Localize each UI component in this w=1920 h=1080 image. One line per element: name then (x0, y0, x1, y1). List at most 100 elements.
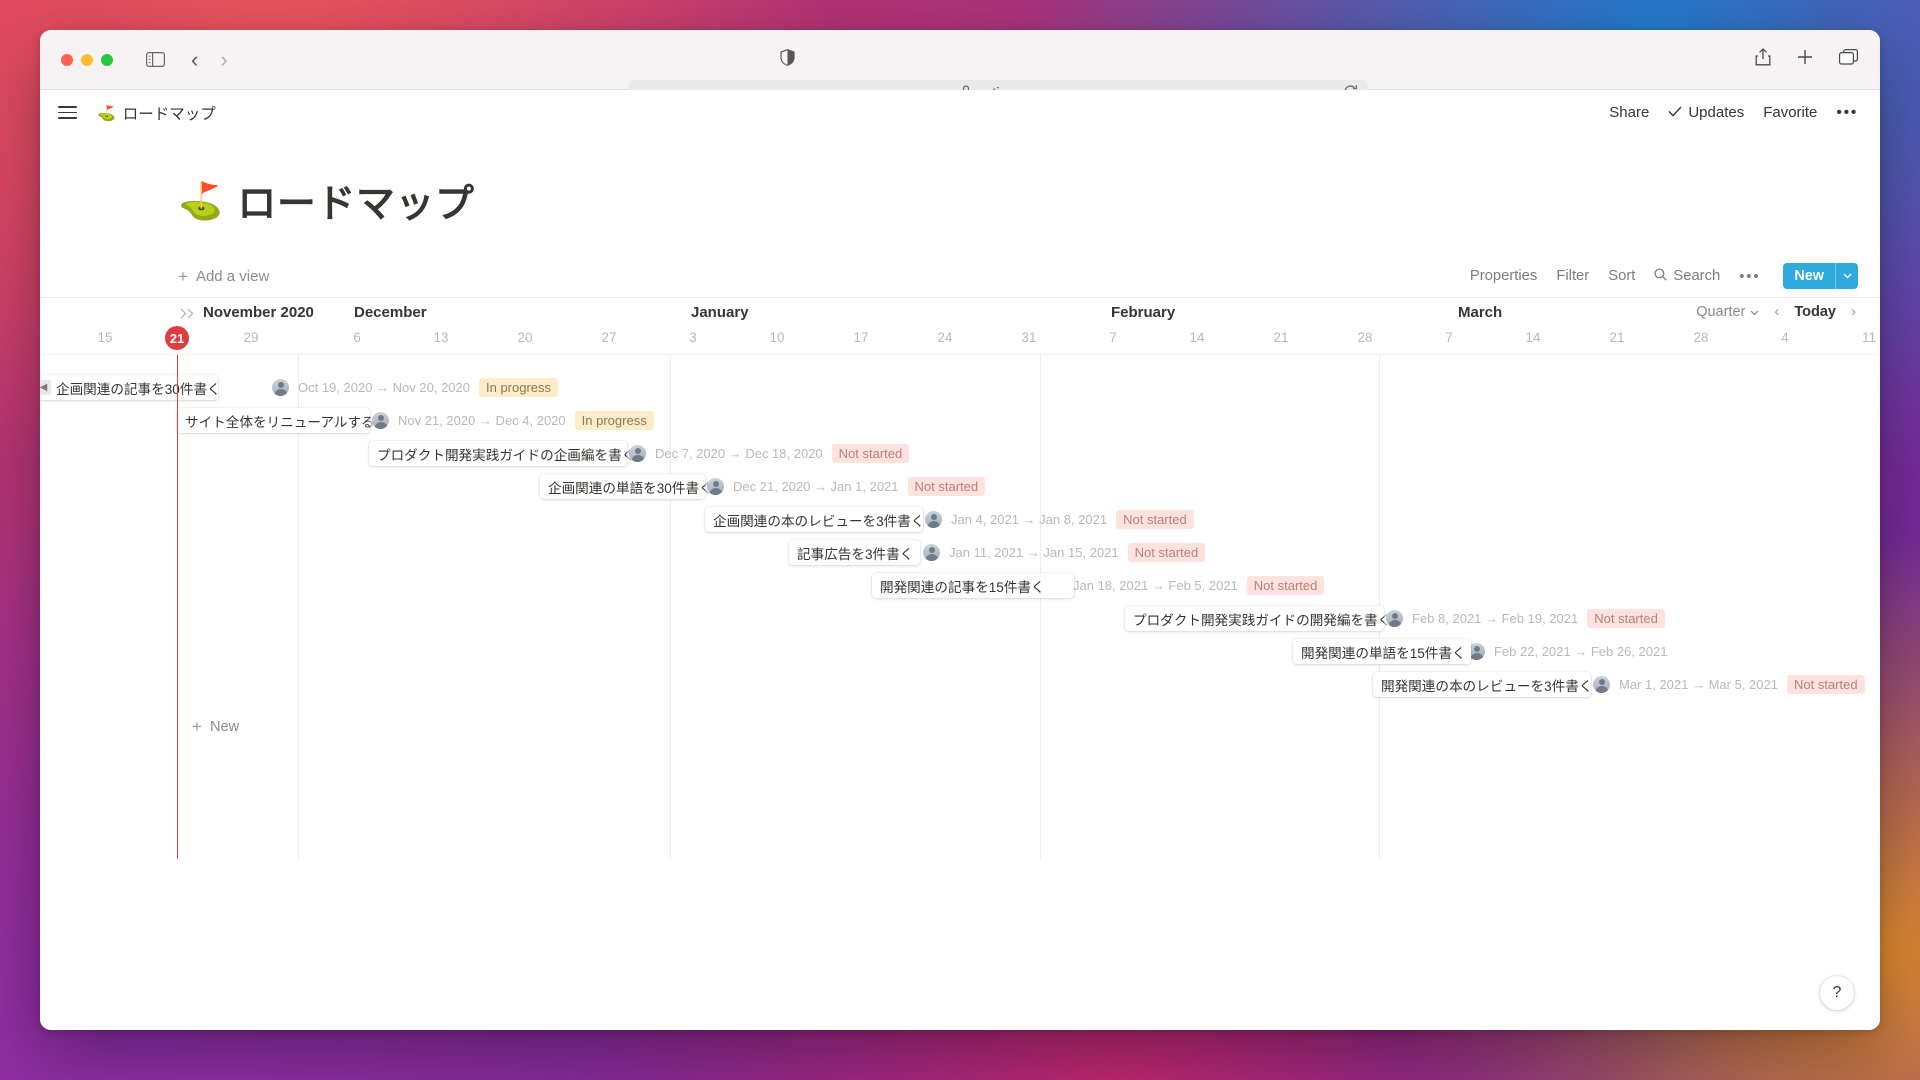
browser-toolbar-right (1755, 48, 1859, 71)
minimize-window-button[interactable] (81, 53, 93, 66)
timeline-item-meta: Jan 4, 2021 → Jan 8, 2021 Not started (925, 507, 1194, 532)
back-button[interactable]: ‹ (191, 48, 198, 71)
day-tick: 4 (1781, 330, 1789, 345)
status-badge: Not started (1587, 609, 1665, 628)
timeline-bar[interactable]: 開発関連の本のレビューを3件書く (1373, 672, 1591, 697)
day-tick: 14 (1525, 330, 1541, 345)
date-range: Jan 11, 2021 → Jan 15, 2021 (949, 545, 1119, 560)
avatar (272, 379, 289, 396)
timeline-bar-title: 開発関連の本のレビューを3件書く (1381, 678, 1591, 694)
breadcrumb[interactable]: ⛳ ロードマップ (97, 102, 216, 124)
timeline-bar[interactable]: プロダクト開発実践ガイドの開発編を書く (1125, 606, 1384, 631)
day-tick: 15 (97, 330, 113, 345)
safari-window: ‹ › notion.so (40, 30, 1880, 1030)
timeline-bar-title: 開発関連の記事を15件書く (880, 579, 1045, 595)
day-tick: 27 (601, 330, 617, 345)
timeline-bar[interactable]: 企画関連の単語を30件書く (540, 474, 705, 499)
day-tick: 24 (937, 330, 953, 345)
timeline-row: Jan 18, 2021 → Feb 5, 2021 Not started 開発関… (40, 573, 1880, 600)
notion-topbar-actions: Share Updates Favorite ••• (1609, 104, 1858, 122)
timeline-bar-title: 開発関連の単語を15件書く (1301, 645, 1466, 661)
timeline-bar[interactable]: ◀ 企画関連の記事を30件書く (40, 375, 218, 400)
month-label: March (1458, 304, 1503, 321)
share-button[interactable]: Share (1609, 104, 1649, 121)
scroll-left-icon[interactable]: ◀ (40, 380, 51, 395)
day-tick: 6 (353, 330, 361, 345)
timeline-row: Nov 21, 2020 → Dec 4, 2020 In progress サイト… (40, 408, 1880, 435)
sort-button[interactable]: Sort (1608, 268, 1635, 284)
menu-icon[interactable] (58, 106, 77, 119)
status-badge: Not started (1127, 543, 1206, 562)
avatar (1386, 610, 1403, 627)
golf-flag-icon: ⛳ (178, 180, 224, 221)
day-tick: 14 (1189, 330, 1205, 345)
timeline-bar-title: プロダクト開発実践ガイドの企画編を書く (377, 447, 627, 463)
timeline-item-meta: Nov 21, 2020 → Dec 4, 2020 In progress (372, 408, 654, 433)
avatar (923, 544, 940, 561)
today-button[interactable]: Today (1794, 304, 1836, 320)
notion-topbar: ⛳ ロードマップ Share Updates Favorite ••• (40, 90, 1880, 135)
zoom-level-selector[interactable]: Quarter (1696, 304, 1759, 320)
timeline-bar[interactable]: プロダクト開発実践ガイドの企画編を書く (369, 441, 627, 466)
privacy-shield-icon[interactable] (780, 48, 795, 71)
view-toolbar: + Add a view Properties Filter Sort Sear… (40, 229, 1880, 289)
timeline-bar-title: プロダクト開発実践ガイドの開発編を書く (1133, 612, 1384, 628)
new-tab-icon[interactable] (1797, 49, 1813, 70)
day-tick: 31 (1021, 330, 1037, 345)
timeline-bar[interactable]: 企画関連の本のレビューを3件書く (705, 507, 923, 532)
new-button[interactable]: New (1783, 263, 1858, 289)
traffic-lights (61, 53, 113, 66)
chevron-down-icon[interactable] (1835, 263, 1858, 289)
timeline-bar[interactable]: 記事広告を3件書く (789, 540, 920, 565)
timeline-row: Dec 21, 2020 → Jan 1, 2021 Not started 企画関… (40, 474, 1880, 501)
day-tick: 7 (1445, 330, 1453, 345)
status-badge: Not started (1116, 510, 1194, 529)
previous-period-button[interactable]: ‹ (1774, 303, 1779, 320)
timeline-item-meta: Oct 19, 2020 → Nov 20, 2020 In progress (272, 375, 559, 400)
help-button[interactable]: ? (1820, 976, 1854, 1010)
timeline-bar-title: 記事広告を3件書く (797, 546, 914, 562)
chevron-down-icon (1750, 304, 1759, 320)
timeline-row: Jan 11, 2021 → Jan 15, 2021 Not started 記事… (40, 540, 1880, 567)
timeline-bar[interactable]: サイト全体をリニューアルする (177, 408, 370, 433)
timeline-bar-title: 企画関連の記事を30件書く (56, 381, 218, 397)
filter-button[interactable]: Filter (1556, 268, 1589, 284)
notion-page: ⛳ ロードマップ + Add a view Properties Filter … (40, 135, 1880, 1030)
today-indicator-line (177, 355, 179, 859)
status-badge: Not started (907, 477, 986, 496)
page-title[interactable]: ⛳ ロードマップ (40, 135, 1880, 229)
timeline-item-meta: Mar 1, 2021 → Mar 5, 2021 Not started (1593, 672, 1865, 697)
search-label: Search (1673, 268, 1721, 284)
sidebar-toggle-icon[interactable] (146, 52, 165, 67)
timeline-bar[interactable]: 開発関連の記事を15件書く (872, 573, 1074, 598)
more-options-button[interactable]: ••• (1836, 104, 1858, 122)
expand-chevrons-icon[interactable] (180, 307, 198, 322)
next-period-button[interactable]: › (1851, 303, 1856, 320)
favorite-button[interactable]: Favorite (1763, 104, 1817, 121)
timeline-item-meta: Dec 21, 2020 → Jan 1, 2021 Not started (707, 474, 986, 499)
timeline-row: Feb 8, 2021 → Feb 19, 2021 Not started プロダ… (40, 606, 1880, 633)
timeline-bar[interactable]: 開発関連の単語を15件書く (1293, 639, 1471, 664)
forward-button[interactable]: › (220, 48, 227, 71)
day-tick: 3 (689, 330, 697, 345)
avatar (707, 478, 724, 495)
timeline-view: November 2020 December January February Marc… (40, 297, 1880, 859)
close-window-button[interactable] (61, 53, 73, 66)
timeline-bar-title: 企画関連の本のレビューを3件書く (713, 513, 923, 529)
date-range: Feb 8, 2021 → Feb 19, 2021 (1412, 611, 1579, 626)
maximize-window-button[interactable] (101, 53, 113, 66)
view-more-button[interactable]: ••• (1739, 268, 1760, 285)
month-label: February (1111, 304, 1176, 321)
timeline-item-meta: Jan 18, 2021 → Feb 5, 2021 Not started (1047, 573, 1325, 598)
day-tick: 7 (1109, 330, 1117, 345)
browser-titlebar: ‹ › notion.so (40, 30, 1880, 108)
new-item-row[interactable]: + New (192, 718, 239, 735)
updates-button[interactable]: Updates (1668, 104, 1744, 121)
date-range: Nov 21, 2020 → Dec 4, 2020 (398, 413, 566, 428)
date-range: Oct 19, 2020 → Nov 20, 2020 (298, 380, 470, 395)
add-view-button[interactable]: + Add a view (178, 268, 269, 285)
search-button[interactable]: Search (1654, 267, 1721, 285)
properties-button[interactable]: Properties (1470, 268, 1537, 284)
tab-overview-icon[interactable] (1839, 49, 1859, 70)
share-icon[interactable] (1755, 48, 1771, 71)
